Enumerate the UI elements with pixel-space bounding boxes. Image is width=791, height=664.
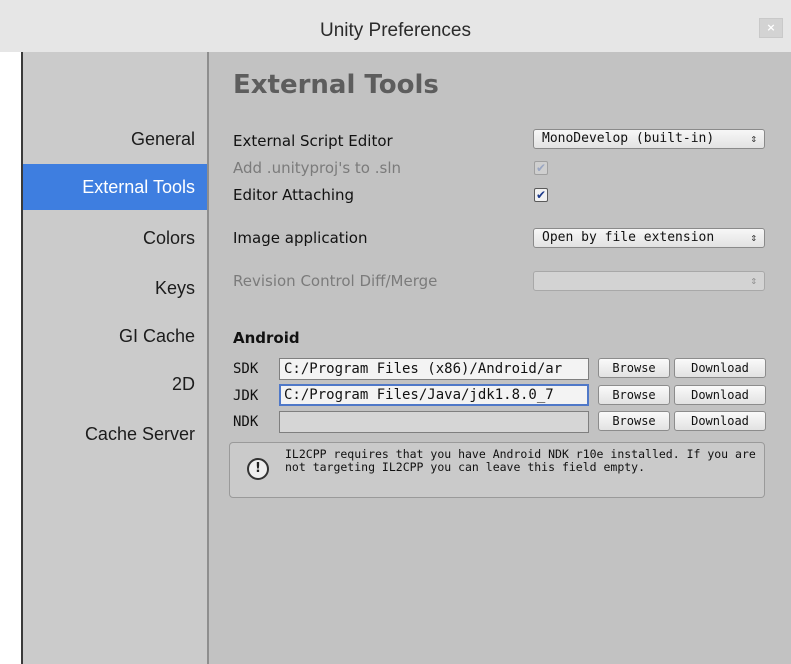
editor-attaching-label: Editor Attaching (233, 186, 355, 204)
dropdown-arrows-icon: ⇕ (750, 231, 757, 244)
sidebar-item-external-tools[interactable]: External Tools (23, 164, 207, 210)
image-application-dropdown[interactable]: Open by file extension ⇕ (533, 228, 765, 248)
sidebar-item-colors[interactable]: Colors (23, 215, 207, 261)
revision-control-label: Revision Control Diff/Merge (233, 272, 438, 290)
sidebar-item-gi-cache[interactable]: GI Cache (23, 313, 207, 359)
ndk-path-field[interactable] (279, 411, 589, 433)
dropdown-arrows-icon: ⇕ (750, 132, 757, 145)
sdk-label: SDK (233, 361, 259, 377)
page-title: External Tools (233, 70, 439, 100)
title-bar: Unity Preferences × (0, 0, 791, 52)
android-section-title: Android (233, 329, 300, 347)
il2cpp-info-box: ! IL2CPP requires that you have Android … (229, 442, 765, 498)
sidebar-item-2d[interactable]: 2D (23, 361, 207, 407)
jdk-path-field[interactable]: C:/Program Files/Java/jdk1.8.0_7 (279, 384, 589, 406)
image-application-label: Image application (233, 229, 368, 247)
script-editor-value: MonoDevelop (built-in) (542, 131, 715, 146)
add-unityproj-checkbox[interactable]: ✔ (534, 161, 548, 175)
ndk-label: NDK (233, 414, 259, 430)
external-tools-panel: External Tools External Script Editor Mo… (209, 52, 791, 664)
image-application-value: Open by file extension (542, 230, 715, 245)
ndk-browse-button[interactable]: Browse (598, 411, 670, 431)
preferences-window: General External Tools Colors Keys GI Ca… (21, 52, 791, 664)
sidebar-item-cache-server[interactable]: Cache Server (23, 411, 207, 457)
il2cpp-info-text: IL2CPP requires that you have Android ND… (285, 447, 756, 474)
sidebar: General External Tools Colors Keys GI Ca… (23, 52, 209, 664)
jdk-label: JDK (233, 388, 259, 404)
jdk-browse-button[interactable]: Browse (598, 385, 670, 405)
ndk-download-button[interactable]: Download (674, 411, 766, 431)
sdk-download-button[interactable]: Download (674, 358, 766, 378)
editor-attaching-checkbox[interactable]: ✔ (534, 188, 548, 202)
sidebar-item-general[interactable]: General (23, 116, 207, 162)
sidebar-item-keys[interactable]: Keys (23, 265, 207, 311)
exclamation-icon: ! (247, 458, 269, 480)
script-editor-dropdown[interactable]: MonoDevelop (built-in) ⇕ (533, 129, 765, 149)
close-button[interactable]: × (759, 18, 783, 38)
sdk-browse-button[interactable]: Browse (598, 358, 670, 378)
jdk-download-button[interactable]: Download (674, 385, 766, 405)
add-unityproj-label: Add .unityproj's to .sln (233, 159, 402, 177)
script-editor-label: External Script Editor (233, 132, 393, 150)
window-title: Unity Preferences (319, 20, 471, 41)
revision-control-dropdown[interactable]: ⇕ (533, 271, 765, 291)
sdk-path-field[interactable]: C:/Program Files (x86)/Android/ar (279, 358, 589, 380)
dropdown-arrows-icon: ⇕ (750, 274, 757, 287)
